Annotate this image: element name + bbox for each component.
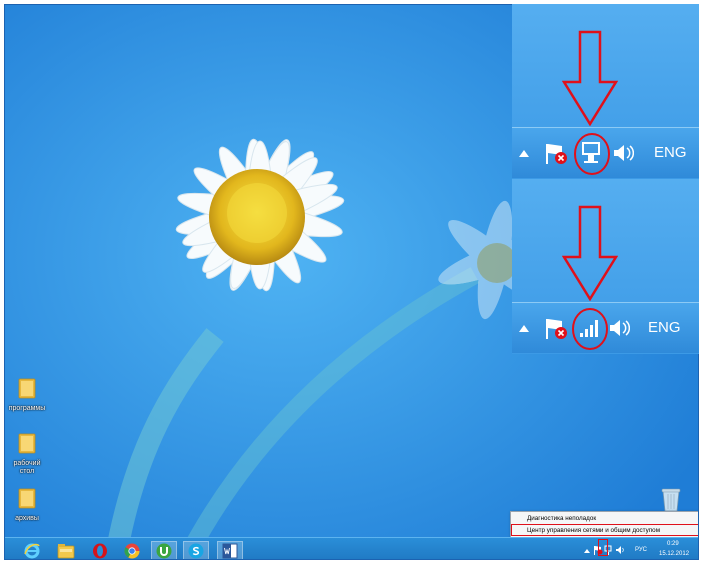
zoomed-language: ENG [654, 144, 687, 161]
tray-date[interactable]: 15.12.2012 [659, 551, 689, 557]
volume-icon [610, 320, 630, 336]
tray-expand-icon [519, 150, 529, 157]
tray-language[interactable]: РУС [635, 547, 647, 553]
desktop-folder-archives[interactable]: архивы [7, 487, 47, 523]
taskbar-app-word[interactable] [217, 541, 243, 559]
taskbar-app-explorer[interactable] [53, 541, 79, 559]
zoomed-tray-bar: ENG [512, 302, 699, 353]
taskbar: РУС 0:29 15.12.2012 [5, 537, 698, 559]
desktop-icon-label: рабочий стол [13, 460, 41, 475]
system-tray: РУС 0:29 15.12.2012 [575, 538, 698, 559]
menu-highlight-box [511, 524, 698, 536]
desktop-folder-desktop[interactable]: рабочий стол [7, 432, 47, 476]
skype-icon [188, 543, 204, 558]
tray-expand-icon[interactable] [584, 549, 590, 553]
recycle-bin-icon[interactable] [659, 485, 683, 513]
volume-icon [614, 145, 634, 161]
tray-expand-icon [519, 325, 529, 332]
down-arrow-icon [562, 30, 618, 126]
taskbar-app-opera[interactable] [87, 541, 113, 559]
desktop-icon-label: программы [8, 405, 46, 412]
file-explorer-icon [57, 543, 75, 558]
taskbar-app-skype[interactable] [183, 541, 209, 559]
action-center-flag-icon [546, 144, 567, 164]
taskbar-app-ie[interactable] [19, 541, 45, 559]
utorrent-icon [156, 543, 172, 558]
menu-item-troubleshoot[interactable]: Диагностика неполадок [515, 513, 596, 524]
opera-icon [93, 543, 107, 558]
highlight-circle [574, 133, 610, 175]
internet-explorer-icon [24, 543, 40, 558]
zoom-panel-wireless: ENG [512, 179, 699, 354]
word-icon [222, 543, 238, 558]
zoom-panel-wired: ENG [512, 4, 699, 179]
tray-network-highlight-box [598, 539, 608, 556]
folder-icon [18, 488, 36, 509]
highlight-circle [572, 308, 608, 350]
taskbar-app-chrome[interactable] [119, 541, 145, 559]
tray-time[interactable]: 0:29 [667, 541, 679, 547]
network-context-menu: Диагностика неполадок Центр управления с… [510, 511, 698, 538]
desktop-folder-programs[interactable]: программы [7, 377, 47, 413]
volume-icon[interactable] [615, 545, 625, 555]
folder-icon [18, 378, 36, 399]
action-center-flag-icon [546, 319, 567, 339]
folder-icon [18, 433, 36, 454]
zoomed-language: ENG [648, 319, 681, 336]
chrome-icon [124, 543, 140, 558]
taskbar-app-utorrent[interactable] [151, 541, 177, 559]
desktop-icon-label: архивы [15, 515, 39, 522]
zoomed-tray-bar: ENG [512, 127, 699, 178]
down-arrow-icon [562, 205, 618, 301]
